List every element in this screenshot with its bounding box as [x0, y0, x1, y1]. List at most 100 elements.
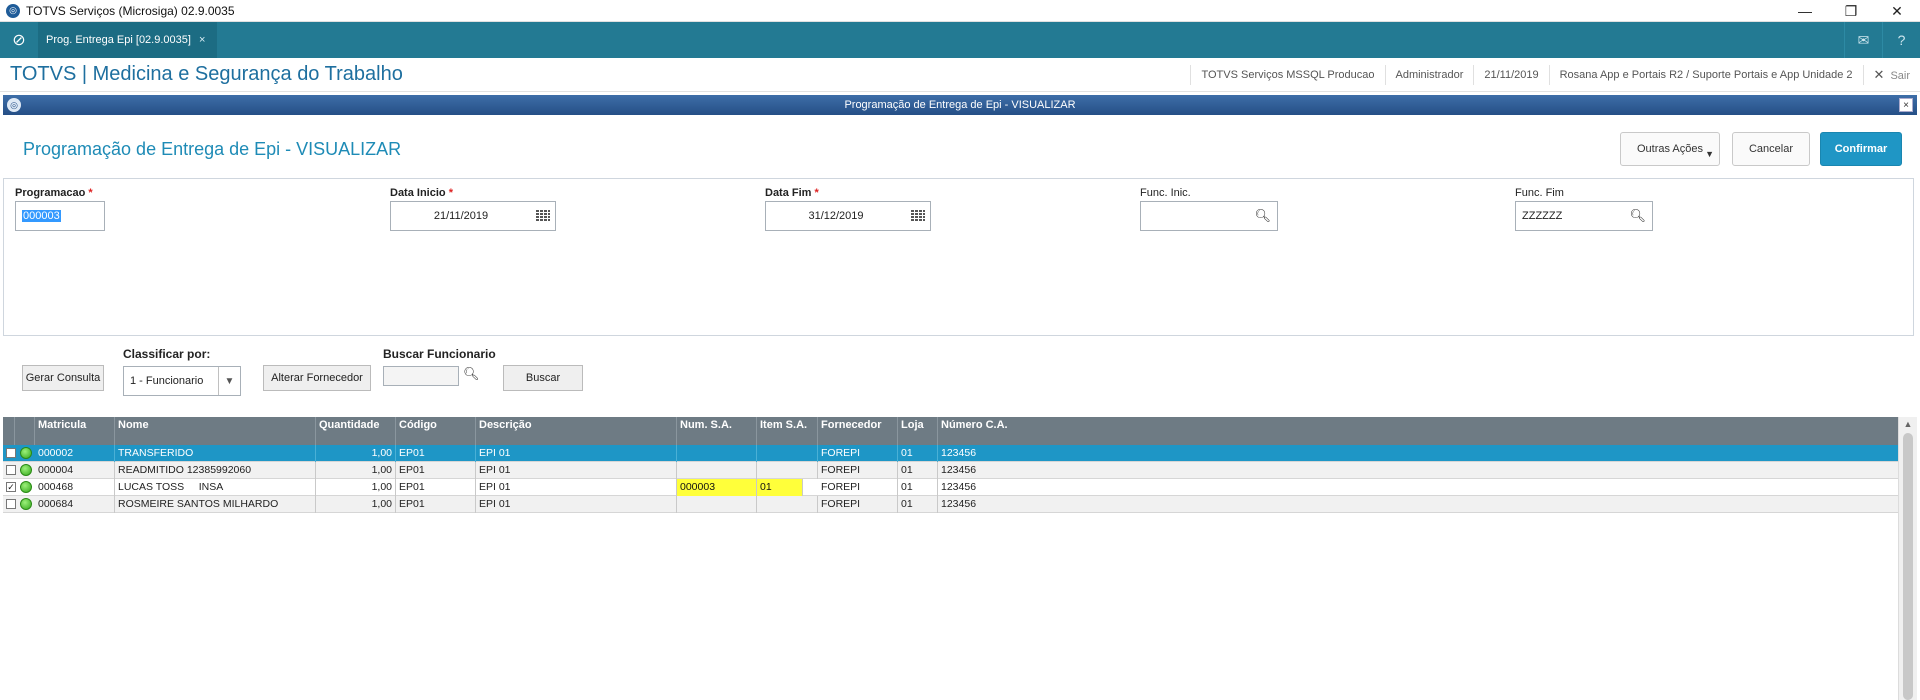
cell-item-sa [757, 462, 818, 479]
data-inicio-label: Data Inicio * [390, 187, 453, 199]
totvs-app-icon: ◎ [6, 3, 20, 18]
cell-matricula: 000468 [35, 479, 115, 496]
cell-descricao: EPI 01 [476, 462, 677, 479]
row-checkbox[interactable] [6, 465, 16, 475]
cell-item-sa [757, 445, 818, 462]
col-matricula[interactable]: Matricula [35, 417, 115, 445]
scroll-up-icon[interactable]: ▲ [1899, 417, 1917, 431]
cell-numero-ca: 123456 [941, 464, 977, 476]
restore-button[interactable]: ❐ [1828, 0, 1874, 22]
tab-bar: ⊘ Prog. Entrega Epi [02.9.0035] × ✉ ? [0, 22, 1920, 58]
data-fim-label: Data Fim * [765, 187, 819, 199]
status-ok-icon [20, 447, 32, 459]
search-icon[interactable]: 🔍︎ [1254, 208, 1271, 224]
cell-nome: READMITIDO 12385992060 [115, 462, 316, 479]
tab-close-icon[interactable]: × [199, 34, 205, 46]
col-num-sa[interactable]: Num. S.A. [677, 417, 757, 445]
grid-header: Matricula Nome Quantidade Código Descriç… [3, 417, 1898, 445]
table-row[interactable]: 000684 ROSMEIRE SANTOS MILHARDO 1,00 EP0… [3, 496, 1898, 513]
cell-item-sa: 01 [757, 479, 803, 496]
confirm-button[interactable]: Confirmar [1820, 132, 1902, 166]
data-fim-value: 31/12/2019 [808, 210, 864, 222]
data-fim-field[interactable]: 31/12/2019 [765, 201, 931, 231]
mail-icon[interactable]: ✉ [1844, 22, 1882, 58]
row-checkbox-checked[interactable]: ✓ [6, 482, 16, 492]
col-loja[interactable]: Loja [898, 417, 938, 445]
status-ok-icon [20, 498, 32, 510]
tab-label: Prog. Entrega Epi [02.9.0035] [46, 34, 191, 46]
col-fornecedor[interactable]: Fornecedor [818, 417, 898, 445]
cell-quantidade: 1,00 [316, 479, 396, 496]
tab-prog-entrega-epi[interactable]: Prog. Entrega Epi [02.9.0035] × [38, 22, 218, 58]
programacao-value: 000003 [22, 210, 61, 222]
search-icon[interactable]: 🔍︎ [1629, 208, 1646, 224]
func-inic-field[interactable]: 🔍︎ [1140, 201, 1278, 231]
dialog-close-button[interactable]: × [1899, 98, 1913, 112]
status-ok-icon [20, 481, 32, 493]
exit-label: Sair [1890, 70, 1910, 82]
cell-nome: ROSMEIRE SANTOS MILHARDO [115, 496, 316, 513]
cell-quantidade: 1,00 [316, 462, 396, 479]
cell-num-sa [677, 496, 757, 513]
cell-loja: 01 [898, 445, 938, 462]
help-icon[interactable]: ? [1882, 22, 1920, 58]
scroll-thumb[interactable] [1903, 433, 1913, 700]
cell-item-sa [757, 496, 818, 513]
cell-fornecedor: FOREPI [818, 462, 898, 479]
buscar-funcionario-input[interactable] [383, 366, 459, 386]
classificar-select[interactable]: 1 - Funcionario ▼ [123, 366, 241, 396]
minimize-button[interactable]: — [1782, 0, 1828, 22]
home-icon[interactable]: ⊘ [0, 22, 38, 58]
buscar-button[interactable]: Buscar [503, 365, 583, 391]
cell-codigo: EP01 [396, 445, 476, 462]
search-icon[interactable]: 🔍︎ [463, 366, 480, 382]
col-nome[interactable]: Nome [115, 417, 316, 445]
other-actions-label: Outras Ações [1636, 143, 1704, 155]
date-label: 21/11/2019 [1473, 65, 1548, 85]
company-label: Rosana App e Portais R2 / Suporte Portai… [1548, 65, 1863, 85]
programacao-field[interactable]: 000003 [15, 201, 105, 231]
cell-num-sa [677, 462, 757, 479]
table-row[interactable]: ✓ 000468 LUCAS TOSS INSA 1,00 EP01 EPI 0… [3, 479, 1898, 496]
table-row[interactable]: 000002 TRANSFERIDO 1,00 EP01 EPI 01 FORE… [3, 445, 1898, 462]
classificar-label: Classificar por: [123, 347, 211, 361]
grid-scrollbar[interactable]: ▲ [1898, 417, 1917, 700]
col-quantidade[interactable]: Quantidade [316, 417, 396, 445]
status-ok-icon [20, 464, 32, 476]
cell-descricao: EPI 01 [476, 445, 677, 462]
chevron-down-icon: ▼ [1705, 149, 1714, 159]
cell-num-sa [677, 445, 757, 462]
calendar-icon[interactable] [911, 210, 925, 222]
close-window-button[interactable]: ✕ [1874, 0, 1920, 22]
col-numero-ca[interactable]: Número C.A. [938, 417, 1898, 445]
close-icon: ✕ [1873, 67, 1885, 82]
func-inic-label: Func. Inic. [1140, 187, 1191, 199]
cell-nome: LUCAS TOSS INSA [115, 479, 316, 496]
cell-descricao: EPI 01 [476, 496, 677, 513]
programacao-label: Programacao * [15, 187, 93, 199]
data-inicio-field[interactable]: 21/11/2019 [390, 201, 556, 231]
alterar-fornecedor-button[interactable]: Alterar Fornecedor [263, 365, 371, 391]
col-codigo[interactable]: Código [396, 417, 476, 445]
row-checkbox[interactable] [6, 448, 16, 458]
environment-label: TOTVS Serviços MSSQL Producao [1190, 65, 1384, 85]
gerar-consulta-button[interactable]: Gerar Consulta [22, 365, 104, 391]
chevron-down-icon[interactable]: ▼ [218, 367, 240, 395]
cell-numero-ca: 123456 [941, 481, 977, 493]
other-actions-button[interactable]: Outras Ações ▼ [1620, 132, 1720, 166]
col-descricao[interactable]: Descrição [476, 417, 677, 445]
func-fim-field[interactable]: ZZZZZZ 🔍︎ [1515, 201, 1653, 231]
calendar-icon[interactable] [536, 210, 550, 222]
cell-descricao: EPI 01 [476, 479, 677, 496]
buscar-funcionario-label: Buscar Funcionario [383, 347, 496, 361]
classificar-value: 1 - Funcionario [130, 375, 204, 387]
table-row[interactable]: 000004 READMITIDO 12385992060 1,00 EP01 … [3, 462, 1898, 479]
exit-button[interactable]: ✕ Sair [1862, 65, 1920, 85]
row-checkbox[interactable] [6, 499, 16, 509]
cell-fornecedor: FOREPI [818, 479, 898, 496]
data-inicio-value: 21/11/2019 [433, 210, 489, 222]
cell-numero-ca: 123456 [941, 498, 977, 510]
col-item-sa[interactable]: Item S.A. [757, 417, 818, 445]
cancel-button[interactable]: Cancelar [1732, 132, 1810, 166]
window-titlebar: ◎ TOTVS Serviços (Microsiga) 02.9.0035 —… [0, 0, 1920, 22]
